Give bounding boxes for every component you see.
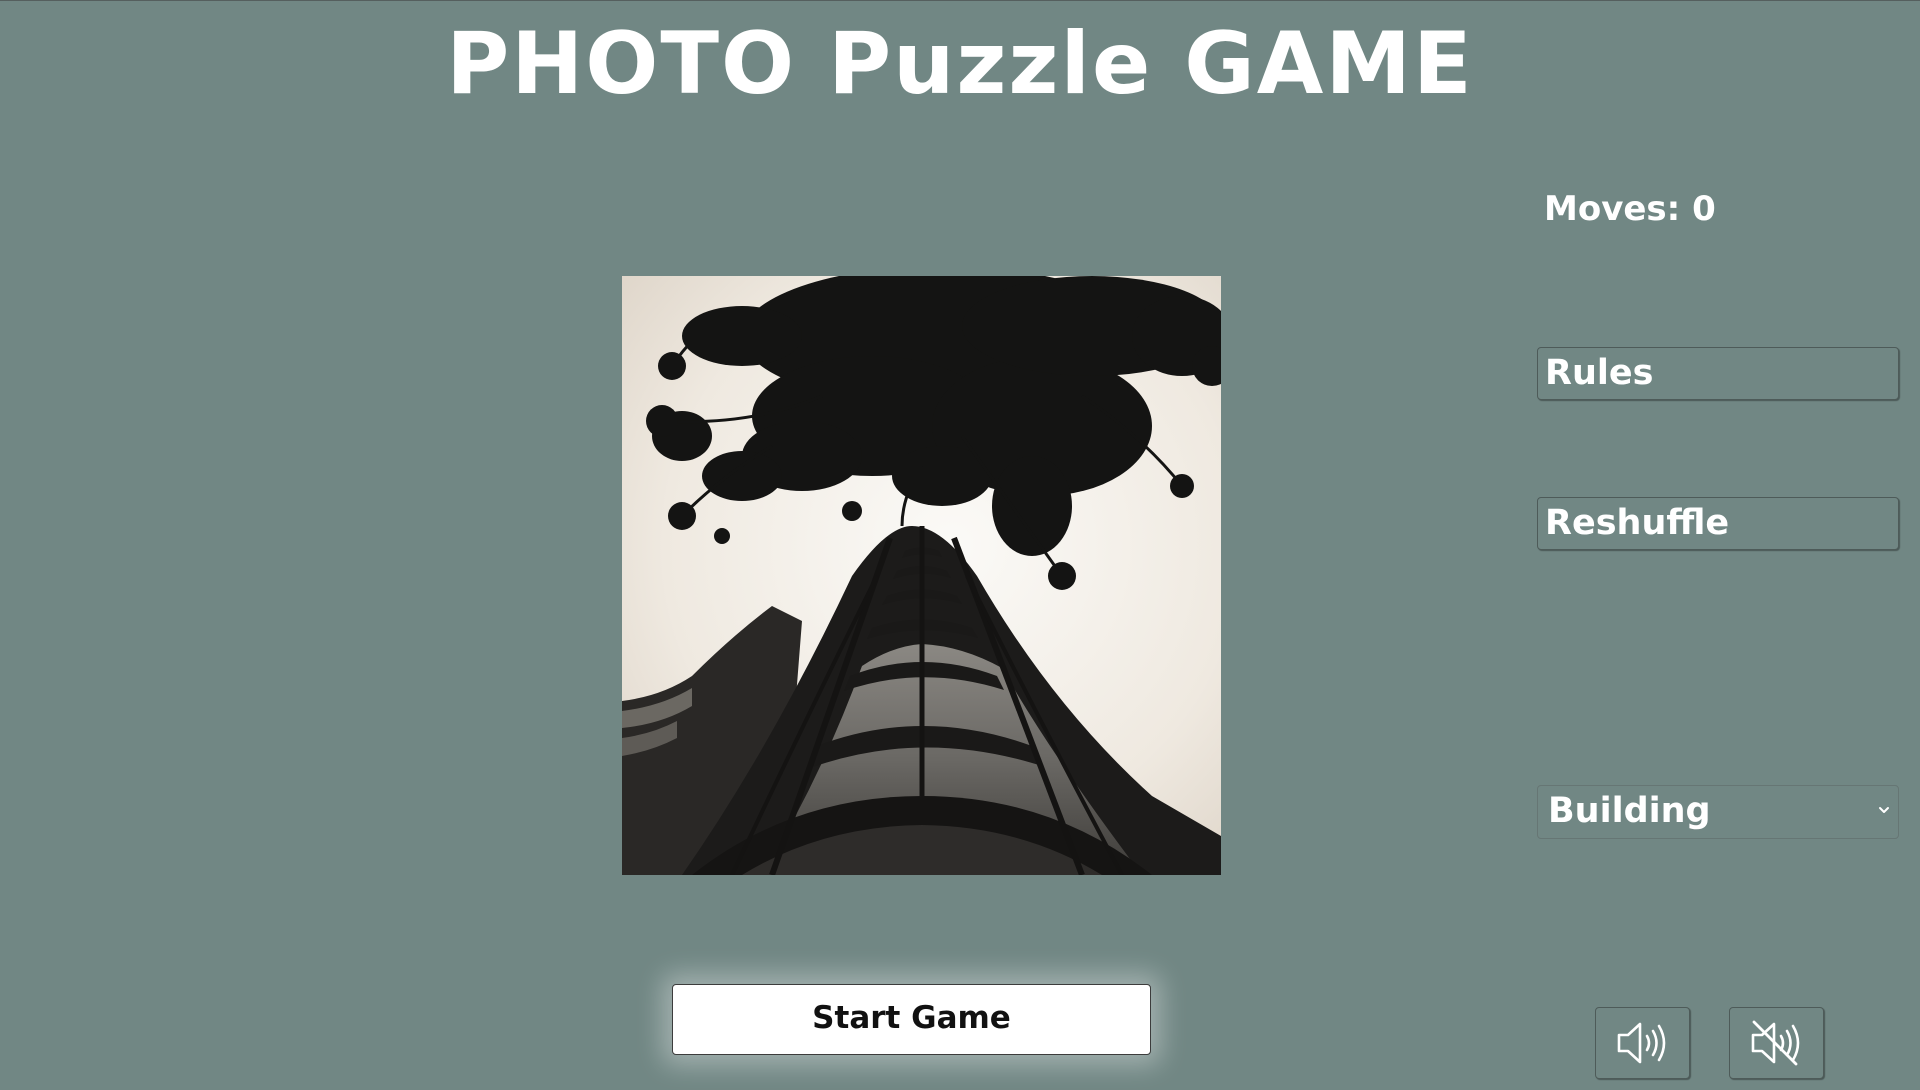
start-game-button[interactable]: Start Game — [672, 984, 1151, 1055]
category-select-value: Building — [1548, 791, 1711, 831]
speaker-on-icon — [1617, 1022, 1666, 1064]
reshuffle-button[interactable]: Reshuffle — [1537, 497, 1899, 550]
top-border — [0, 0, 1920, 1]
chevron-down-icon — [1879, 807, 1889, 813]
page-title: PHOTO Puzzle GAME — [446, 14, 1474, 114]
category-select[interactable]: Building — [1537, 785, 1899, 839]
rules-button[interactable]: Rules — [1537, 347, 1899, 400]
puzzle-image[interactable] — [622, 276, 1221, 875]
speaker-muted-icon — [1751, 1020, 1800, 1066]
sound-off-button[interactable] — [1729, 1007, 1824, 1079]
sound-on-button[interactable] — [1595, 1007, 1690, 1079]
moves-counter: Moves: 0 — [1544, 189, 1716, 229]
